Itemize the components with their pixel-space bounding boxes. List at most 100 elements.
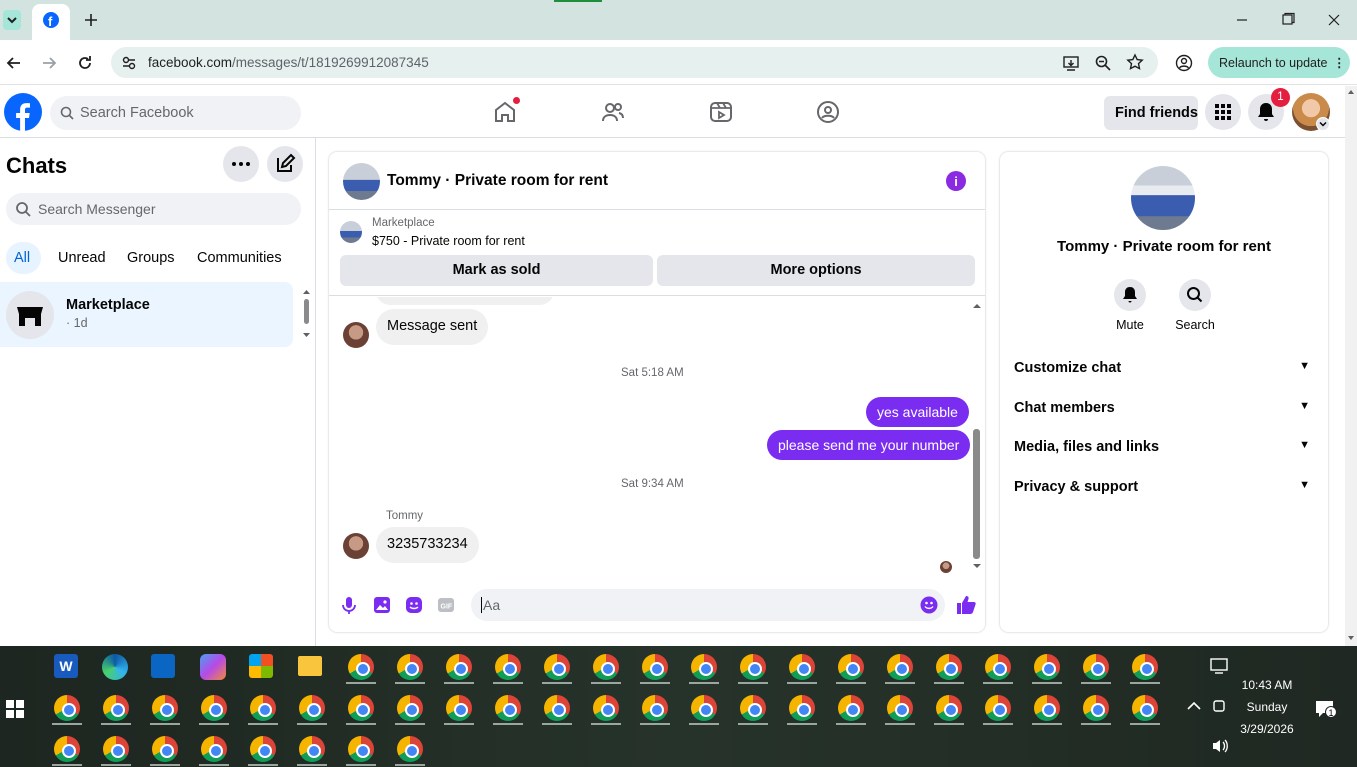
address-bar[interactable]: facebook.com/messages/t/1819269912087345 — [111, 47, 1158, 78]
chrome-window-icon[interactable] — [542, 695, 572, 725]
chrome-window-icon[interactable] — [1130, 695, 1160, 725]
message-composer-input[interactable]: Aa — [471, 589, 945, 621]
file-explorer-icon[interactable] — [298, 656, 322, 676]
message-bubble[interactable]: Message sent — [376, 309, 489, 345]
sticker-icon[interactable] — [405, 596, 423, 614]
chrome-window-icon[interactable] — [101, 695, 131, 725]
chrome-window-icon[interactable] — [199, 695, 229, 725]
privacy-support-section[interactable]: Privacy & support ▼ — [1014, 479, 1314, 495]
word-app-icon[interactable]: W — [54, 654, 78, 678]
chrome-window-icon[interactable] — [542, 654, 572, 684]
relaunch-to-update-button[interactable]: Relaunch to update ⋮ — [1208, 47, 1350, 78]
search-in-chat-button[interactable] — [1179, 279, 1211, 311]
bookmark-star-icon[interactable] — [1126, 53, 1144, 71]
store-app-icon[interactable] — [249, 654, 273, 678]
chrome-window-icon[interactable] — [934, 695, 964, 725]
gif-icon[interactable]: GIF — [437, 596, 455, 614]
listing-avatar[interactable] — [343, 163, 380, 200]
edge-app-icon[interactable] — [102, 654, 128, 680]
back-icon[interactable] — [5, 54, 23, 72]
filter-unread-tab[interactable]: Unread — [50, 242, 114, 274]
chrome-window-icon[interactable] — [738, 695, 768, 725]
chrome-window-icon[interactable] — [346, 654, 376, 684]
chrome-window-icon[interactable] — [934, 654, 964, 684]
message-scrollbar[interactable] — [972, 299, 982, 572]
chrome-window-icon[interactable] — [493, 695, 523, 725]
install-app-icon[interactable] — [1062, 54, 1080, 72]
microphone-icon[interactable] — [341, 596, 357, 614]
chrome-window-icon[interactable] — [836, 695, 866, 725]
chrome-window-icon[interactable] — [787, 654, 817, 684]
chrome-window-icon[interactable] — [1081, 695, 1111, 725]
chrome-window-icon[interactable] — [885, 695, 915, 725]
more-options-button[interactable]: More options — [657, 255, 975, 286]
media-files-links-section[interactable]: Media, files and links ▼ — [1014, 439, 1314, 455]
chrome-window-icon[interactable] — [150, 736, 180, 766]
menu-grid-button[interactable] — [1205, 94, 1241, 130]
action-center-icon[interactable]: 1 — [1315, 700, 1337, 718]
clock-time[interactable]: 10:43 AM — [1232, 678, 1302, 692]
chrome-window-icon[interactable] — [444, 654, 474, 684]
copilot-app-icon[interactable] — [200, 654, 226, 680]
notifications-button[interactable]: 1 — [1248, 88, 1290, 130]
chrome-window-icon[interactable] — [150, 695, 180, 725]
chrome-window-icon[interactable] — [248, 695, 278, 725]
account-avatar[interactable] — [1292, 93, 1330, 131]
clock-date[interactable]: 3/29/2026 — [1232, 722, 1302, 736]
video-nav-icon[interactable] — [709, 100, 733, 124]
chrome-window-icon[interactable] — [248, 736, 278, 766]
messenger-search-input[interactable]: Search Messenger — [6, 193, 301, 225]
facebook-search-input[interactable]: Search Facebook — [50, 96, 301, 130]
chrome-window-icon[interactable] — [493, 654, 523, 684]
chrome-window-icon[interactable] — [346, 736, 376, 766]
chrome-window-icon[interactable] — [1032, 654, 1062, 684]
find-friends-button[interactable]: Find friends — [1104, 96, 1198, 130]
chrome-window-icon[interactable] — [395, 736, 425, 766]
chrome-window-icon[interactable] — [444, 695, 474, 725]
close-window-icon[interactable] — [1326, 12, 1342, 28]
conversation-title[interactable]: Tommy · Private room for rent — [387, 172, 608, 190]
maximize-icon[interactable] — [1280, 12, 1296, 28]
home-nav-icon[interactable] — [493, 97, 520, 124]
customize-chat-section[interactable]: Customize chat ▼ — [1014, 360, 1314, 376]
chrome-window-icon[interactable] — [1130, 654, 1160, 684]
chrome-window-icon[interactable] — [689, 695, 719, 725]
minimize-icon[interactable] — [1234, 12, 1250, 28]
chat-list-item[interactable]: Marketplace · 1d — [0, 282, 293, 347]
chrome-window-icon[interactable] — [101, 736, 131, 766]
outlook-app-icon[interactable] — [151, 654, 175, 678]
new-tab-icon[interactable] — [82, 11, 100, 29]
zoom-icon[interactable] — [1094, 54, 1112, 72]
page-scrollbar[interactable] — [1345, 86, 1357, 646]
chat-options-button[interactable] — [223, 146, 259, 182]
kebab-menu-icon[interactable]: ⋮ — [1333, 55, 1346, 70]
new-message-button[interactable] — [267, 146, 303, 182]
chrome-window-icon[interactable] — [836, 654, 866, 684]
chrome-window-icon[interactable] — [346, 695, 376, 725]
forward-icon[interactable] — [40, 54, 58, 72]
volume-icon[interactable] — [1211, 738, 1229, 754]
chrome-window-icon[interactable] — [983, 695, 1013, 725]
chrome-window-icon[interactable] — [1081, 654, 1111, 684]
chrome-window-icon[interactable] — [395, 654, 425, 684]
tab-search-button[interactable] — [3, 10, 21, 30]
chrome-window-icon[interactable] — [591, 654, 621, 684]
chrome-window-icon[interactable] — [885, 654, 915, 684]
chrome-window-icon[interactable] — [640, 654, 670, 684]
clock-day[interactable]: Sunday — [1232, 700, 1302, 714]
chrome-window-icon[interactable] — [787, 695, 817, 725]
message-bubble[interactable]: 3235733234 — [376, 527, 479, 563]
filter-all-tab[interactable]: All — [6, 242, 41, 274]
info-icon[interactable]: i — [946, 171, 966, 191]
chrome-window-icon[interactable] — [395, 695, 425, 725]
chat-members-section[interactable]: Chat members ▼ — [1014, 400, 1314, 416]
listing-line[interactable]: $750 - Private room for rent — [372, 234, 525, 248]
friends-nav-icon[interactable] — [601, 100, 625, 124]
message-bubble-outgoing[interactable]: please send me your number — [767, 430, 971, 460]
chrome-window-icon[interactable] — [983, 654, 1013, 684]
chrome-window-icon[interactable] — [738, 654, 768, 684]
profile-icon[interactable] — [1175, 54, 1193, 72]
photo-icon[interactable] — [373, 596, 391, 614]
chrome-window-icon[interactable] — [591, 695, 621, 725]
chat-list-scrollbar[interactable] — [301, 285, 312, 345]
